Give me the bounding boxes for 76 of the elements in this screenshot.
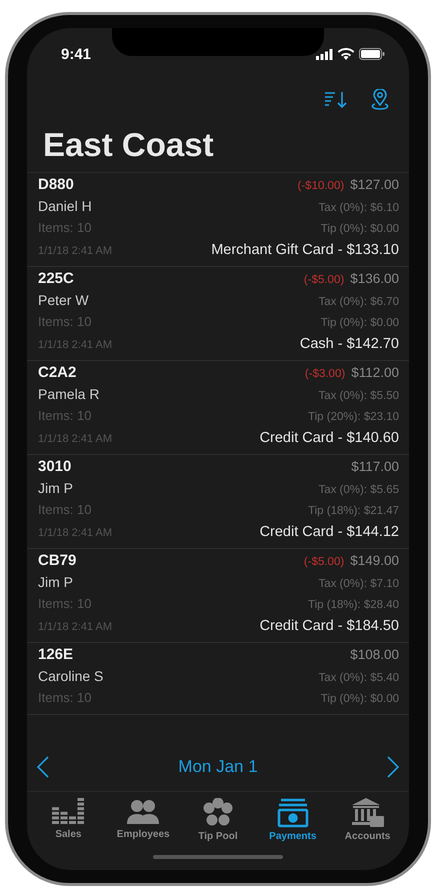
discount-amount: (-$3.00): [304, 368, 346, 380]
payment-row[interactable]: 3010 $117.00 Jim P Tax (0%): $5.65 Items: 10 Tip (18%): $21.47 1/1/18 2:41 AM Credit Card - $144.12: [27, 455, 409, 549]
payment-row[interactable]: CB79 (-$5.00) $149.00 Jim P Tax (0%): $7.10 Items: 10 Tip (18%): $28.40 1/1/18 2:41 AM Credit Card - $184.50: [27, 549, 409, 643]
tax-amount: Tax (0%): $5.40: [318, 672, 399, 684]
status-time: 9:41: [61, 46, 92, 62]
coins-icon: [202, 798, 234, 828]
employee-name: Caroline S: [38, 668, 104, 684]
location-pin-icon[interactable]: [369, 89, 391, 111]
tab[interactable]: Sales: [32, 796, 104, 844]
payment-total: Merchant Gift Card - $133.10: [211, 242, 399, 258]
item-count: Items: 10: [38, 690, 92, 705]
payment-total: Credit Card - $184.50: [260, 618, 399, 634]
tab[interactable]: Tip Pool: [182, 796, 254, 844]
payment-date: 1/1/18 2:41 AM: [38, 621, 112, 633]
item-count: Items: 10: [38, 408, 92, 423]
employee-name: Peter W: [38, 292, 89, 308]
employee-name: Jim P: [38, 574, 73, 590]
payment-row[interactable]: 225C (-$5.00) $136.00 Peter W Tax (0%): $6.70 Items: 10 Tip (0%): $0.00 1/1/18 2:41 AM Cash - $142.70: [27, 267, 409, 361]
tip-amount: Tip (18%): $21.47: [308, 505, 399, 517]
payment-total: Cash - $142.70: [300, 336, 399, 352]
item-count: Items: 10: [38, 220, 92, 235]
bar-chart-icon: [52, 798, 84, 826]
people-icon: [127, 798, 160, 826]
previous-icon[interactable]: [37, 756, 49, 778]
payment-row[interactable]: D880 (-$10.00) $127.00 Daniel H Tax (0%): $6.10 Items: 10 Tip (0%): $0.00 1/1/18 2:41 AM Merchant Gift Card - $133.10: [27, 173, 409, 267]
order-id: 3010: [38, 458, 72, 475]
battery-icon: [359, 48, 385, 60]
subtotal-amount: $112.00: [351, 365, 399, 380]
order-id: C2A2: [38, 364, 76, 381]
wifi-icon: [338, 48, 354, 60]
tip-amount: Tip (0%): $0.00: [320, 223, 399, 235]
payment-date: 1/1/18 2:41 AM: [38, 339, 112, 351]
discount-amount: (-$10.00): [298, 180, 344, 192]
sort-icon[interactable]: [325, 91, 347, 109]
subtotal-amount: $117.00: [351, 459, 399, 474]
tip-amount: Tip (18%): $28.40: [308, 599, 399, 611]
signal-icon: [316, 48, 333, 60]
employee-name: Pamela R: [38, 386, 100, 402]
payment-row[interactable]: C2A2 (-$3.00) $112.00 Pamela R Tax (0%): $5.50 Items: 10 Tip (20%): $23.10 1/1/18 2:41 AM Credit Card - $140.60: [27, 361, 409, 455]
order-id: 126E: [38, 646, 74, 663]
tip-amount: Tip (0%): $0.00: [320, 317, 399, 329]
item-count: Items: 10: [38, 596, 92, 611]
payment-total: Credit Card - $144.12: [260, 524, 399, 540]
item-count: Items: 10: [38, 502, 92, 517]
subtotal-amount: $149.00: [350, 553, 399, 568]
tax-amount: Tax (0%): $6.70: [318, 296, 399, 308]
employee-name: Jim P: [38, 480, 73, 496]
next-icon[interactable]: [386, 756, 399, 778]
current-date: Mon Jan 1: [178, 757, 258, 777]
tip-amount: Tip (0%): $0.00: [320, 693, 399, 705]
discount-amount: (-$5.00): [304, 556, 344, 568]
payment-date: 1/1/18 2:41 AM: [38, 245, 112, 257]
tab[interactable]: Payments: [256, 796, 329, 844]
order-id: D880: [38, 176, 74, 193]
payment-row[interactable]: 126E $108.00 Caroline S Tax (0%): $5.40 Items: 10 Tip (0%): $0.00: [27, 643, 409, 715]
banknote-icon: [276, 798, 309, 828]
payment-date: 1/1/18 2:41 AM: [38, 433, 112, 445]
order-id: 225C: [38, 270, 74, 287]
employee-name: Daniel H: [38, 198, 92, 214]
payment-total: Credit Card - $140.60: [260, 430, 399, 446]
tab[interactable]: Accounts: [332, 796, 404, 844]
tip-amount: Tip (20%): $23.10: [308, 411, 399, 423]
tax-amount: Tax (0%): $6.10: [318, 202, 399, 214]
tax-amount: Tax (0%): $5.65: [318, 484, 399, 496]
tab[interactable]: Employees: [107, 796, 180, 844]
discount-amount: (-$5.00): [304, 274, 344, 286]
order-id: CB79: [38, 552, 76, 569]
subtotal-amount: $108.00: [350, 647, 399, 662]
tax-amount: Tax (0%): $7.10: [318, 578, 399, 590]
payment-date: 1/1/18 2:41 AM: [38, 527, 112, 539]
subtotal-amount: $136.00: [350, 271, 399, 286]
item-count: Items: 10: [38, 314, 92, 329]
subtotal-amount: $127.00: [350, 177, 399, 192]
page-title: East Coast: [42, 125, 215, 165]
tax-amount: Tax (0%): $5.50: [318, 390, 399, 402]
bank-icon: [352, 798, 384, 828]
